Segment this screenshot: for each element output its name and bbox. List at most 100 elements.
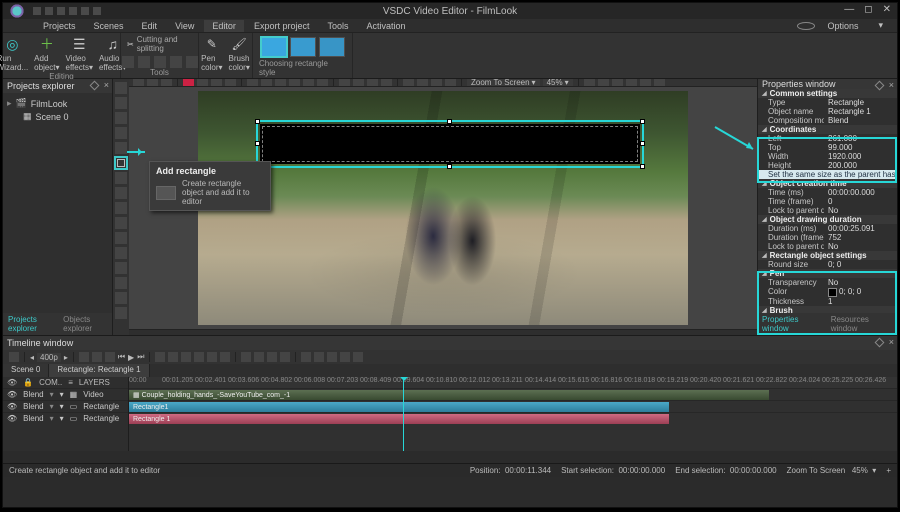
menu-activation[interactable]: Activation — [358, 20, 413, 32]
tl-btn[interactable] — [327, 352, 337, 362]
timeline-tracks[interactable]: 00:0000:01.20500:02.40100:03.60600:04.80… — [129, 377, 897, 451]
tool-btn[interactable] — [122, 56, 134, 68]
tl-btn[interactable] — [105, 352, 115, 362]
rect-style-2[interactable] — [290, 37, 316, 57]
prop-object-name[interactable]: Rectangle 1 — [824, 107, 897, 116]
status-add-button[interactable]: + — [886, 466, 891, 475]
close-panel-icon[interactable]: × — [104, 80, 109, 90]
close-button[interactable]: ✕ — [883, 4, 891, 15]
tl-btn[interactable] — [340, 352, 350, 362]
vp-btn[interactable] — [381, 79, 392, 87]
tl-btn[interactable] — [79, 352, 89, 362]
clip-rect1[interactable]: Rectangle1 — [129, 402, 669, 412]
clip-rect2[interactable]: Rectangle 1 — [129, 414, 669, 424]
vp-btn[interactable] — [417, 79, 428, 87]
vp-btn[interactable] — [225, 79, 236, 87]
tl-prev-icon[interactable]: ⏮ — [118, 352, 125, 362]
tl-btn[interactable] — [353, 352, 363, 362]
layer-row-rect1[interactable]: 👁Blend▾▾▭Rectangle — [3, 400, 128, 412]
tab-objects-explorer[interactable]: Objects explorer — [58, 313, 112, 335]
tab-projects-explorer[interactable]: Projects explorer — [3, 313, 58, 335]
menu-editor[interactable]: Editor — [204, 20, 244, 32]
vp-btn[interactable] — [353, 79, 364, 87]
vp-btn[interactable] — [445, 79, 456, 87]
pin-icon[interactable] — [90, 81, 100, 91]
run-wizard-button[interactable]: ◎Run Wizard... — [0, 35, 28, 72]
tl-btn[interactable] — [280, 352, 290, 362]
vp-btn[interactable] — [584, 79, 595, 87]
layers-icon[interactable]: ≡ — [68, 378, 73, 387]
coords-hint[interactable]: Set the same size as the parent has — [758, 170, 897, 179]
minimize-button[interactable]: — — [844, 4, 854, 15]
sec-common[interactable]: Common settings — [758, 89, 897, 98]
tool-animation[interactable] — [115, 292, 127, 304]
menu-tools[interactable]: Tools — [319, 20, 356, 32]
menu-scenes[interactable]: Scenes — [86, 20, 132, 32]
tl-btn[interactable] — [207, 352, 217, 362]
quick-access-toolbar[interactable] — [33, 7, 101, 15]
tool-btn[interactable] — [154, 56, 166, 68]
vp-btn[interactable] — [133, 79, 144, 87]
zoom-value-combo[interactable]: 45%▾ — [543, 79, 573, 87]
tool-pen[interactable] — [115, 127, 127, 139]
video-preview[interactable] — [198, 91, 688, 325]
sec-creation[interactable]: Object creation time — [758, 179, 897, 188]
vp-btn[interactable] — [317, 79, 328, 87]
tl-tab-rectangle[interactable]: Rectangle: Rectangle 1 — [49, 364, 149, 377]
zoom-mode-combo[interactable]: Zoom To Screen▾ — [467, 79, 540, 87]
prop-top[interactable]: 99.000 — [824, 143, 897, 152]
tl-tab-scene0[interactable]: Scene 0 — [3, 364, 49, 377]
tool-subtitle[interactable] — [115, 307, 127, 319]
tool-chart[interactable] — [115, 202, 127, 214]
rect-style-1[interactable] — [261, 37, 287, 57]
tl-btn[interactable] — [168, 352, 178, 362]
brush-color-button[interactable]: 🖌Brush color▾ — [229, 35, 250, 72]
eye-icon[interactable]: 👁 — [7, 378, 17, 387]
sec-coords[interactable]: Coordinates — [758, 125, 897, 134]
tree-item-filmlook[interactable]: ▸🎬FilmLook — [7, 97, 108, 110]
menu-export[interactable]: Export project — [246, 20, 318, 32]
vp-btn[interactable] — [247, 79, 258, 87]
vp-btn[interactable] — [403, 79, 414, 87]
tl-btn[interactable] — [254, 352, 264, 362]
tool-cursor[interactable] — [115, 82, 127, 94]
vp-btn[interactable] — [339, 79, 350, 87]
tl-btn[interactable] — [301, 352, 311, 362]
tree-item-scene0[interactable]: ▦Scene 0 — [7, 110, 108, 123]
tl-btn[interactable] — [155, 352, 165, 362]
add-object-button[interactable]: ＋Add object▾ — [34, 35, 59, 72]
options-dropdown-icon[interactable]: ▾ — [870, 19, 891, 32]
tool-rectangle[interactable] — [115, 157, 127, 169]
close-panel-icon[interactable]: × — [889, 80, 894, 90]
sec-rect[interactable]: Rectangle object settings — [758, 251, 897, 260]
sec-pen[interactable]: Pen — [758, 269, 897, 278]
scissors-icon[interactable]: ✂ — [127, 40, 134, 49]
tl-btn[interactable] — [314, 352, 324, 362]
settings-icon[interactable] — [797, 22, 815, 30]
timeline-ruler[interactable]: 00:0000:01.20500:02.40100:03.60600:04.80… — [129, 377, 897, 388]
tool-text[interactable] — [115, 97, 127, 109]
tl-play-icon[interactable]: ▶ — [128, 353, 134, 362]
vp-btn[interactable] — [431, 79, 442, 87]
vp-btn[interactable] — [147, 79, 158, 87]
tool-btn[interactable] — [138, 56, 150, 68]
tool-shape[interactable] — [115, 187, 127, 199]
layer-row-video[interactable]: 👁Blend▾▾▦Video — [3, 388, 128, 400]
video-effects-button[interactable]: ☰Video effects▾ — [66, 35, 93, 72]
lock-icon[interactable]: 🔒 — [23, 378, 33, 387]
tool-brush[interactable] — [115, 142, 127, 154]
tool-btn[interactable] — [186, 56, 198, 68]
tl-btn[interactable] — [9, 352, 19, 362]
tab-resources[interactable]: Resources window — [827, 313, 897, 335]
rectangle-object[interactable] — [260, 124, 640, 164]
sec-brush[interactable]: Brush — [758, 306, 897, 313]
tl-btn[interactable] — [241, 352, 251, 362]
sec-drawing[interactable]: Object drawing duration — [758, 215, 897, 224]
close-panel-icon[interactable]: × — [889, 337, 894, 347]
tool-counter[interactable] — [115, 277, 127, 289]
playhead[interactable] — [403, 377, 404, 451]
pin-icon[interactable] — [875, 338, 885, 348]
menu-edit[interactable]: Edit — [134, 20, 166, 32]
vp-btn[interactable] — [654, 79, 665, 87]
tool-video[interactable] — [115, 247, 127, 259]
